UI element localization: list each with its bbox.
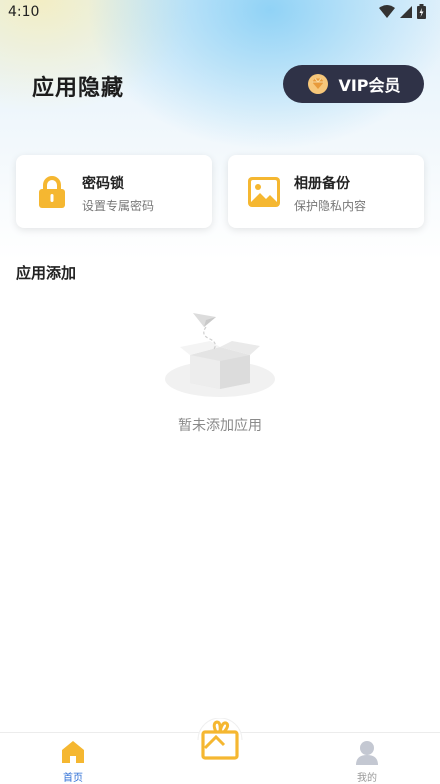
status-time: 4:10 bbox=[8, 4, 40, 20]
card-subtitle: 设置专属密码 bbox=[82, 199, 155, 213]
gift-icon bbox=[197, 717, 243, 760]
image-icon bbox=[248, 177, 280, 207]
card-title: 相册备份 bbox=[294, 176, 350, 192]
signal-icon bbox=[400, 5, 412, 18]
user-icon bbox=[356, 741, 378, 765]
status-bar: 4:10 bbox=[0, 0, 440, 24]
wifi-icon bbox=[379, 4, 395, 18]
home-icon bbox=[62, 741, 84, 763]
lock-icon bbox=[39, 176, 65, 208]
vip-label: VIP会员 bbox=[338, 76, 401, 95]
card-title: 密码锁 bbox=[82, 176, 124, 192]
battery-icon bbox=[417, 4, 426, 19]
empty-state-text: 暂未添加应用 bbox=[178, 418, 262, 434]
nav-mine[interactable]: 我的 bbox=[327, 733, 407, 784]
album-backup-card[interactable]: 相册备份 保护隐私内容 bbox=[228, 155, 424, 228]
section-title: 应用添加 bbox=[16, 264, 77, 282]
status-icons bbox=[379, 4, 426, 19]
card-subtitle: 保护隐私内容 bbox=[294, 199, 367, 213]
nav-center-gift[interactable] bbox=[194, 717, 246, 764]
page-title: 应用隐藏 bbox=[32, 76, 125, 101]
vip-button[interactable]: VIP会员 bbox=[283, 65, 424, 103]
empty-box-icon bbox=[165, 313, 275, 397]
nav-home[interactable]: 首页 bbox=[33, 733, 113, 784]
password-lock-card[interactable]: 密码锁 设置专属密码 bbox=[16, 155, 212, 228]
diamond-icon bbox=[308, 74, 329, 94]
